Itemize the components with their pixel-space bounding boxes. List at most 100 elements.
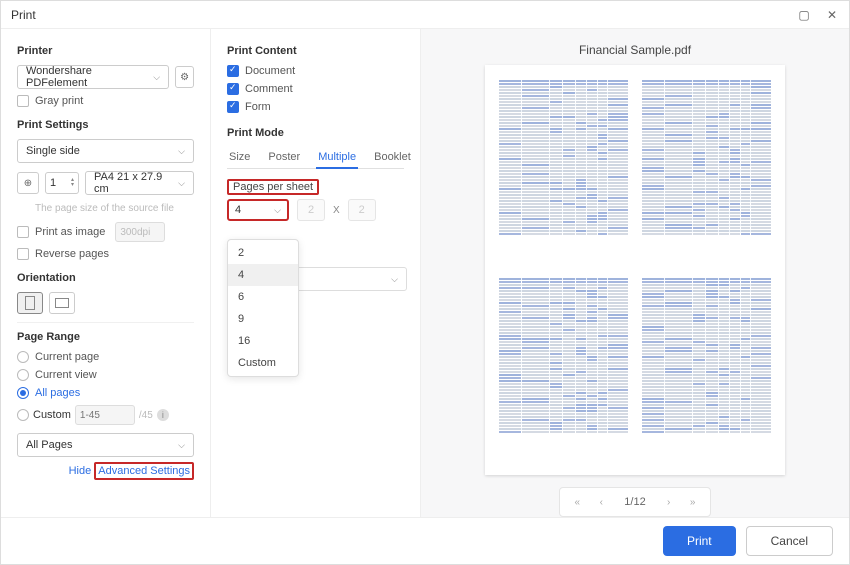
maximize-icon[interactable]: ▢ <box>797 8 811 22</box>
pps-option-4[interactable]: 4 <box>228 264 298 286</box>
hide-advanced-link[interactable]: Hide <box>69 465 92 477</box>
last-page-button[interactable]: » <box>682 492 704 512</box>
tab-poster[interactable]: Poster <box>266 147 302 168</box>
comment-checkbox[interactable]: Comment <box>227 83 404 95</box>
reverse-pages-label: Reverse pages <box>35 248 109 260</box>
preview-page <box>642 79 771 263</box>
copies-value: 1 <box>50 177 56 189</box>
radio-icon <box>17 369 29 381</box>
chevron-down-icon: ⌵ <box>153 72 160 83</box>
tab-multiple[interactable]: Multiple <box>316 147 358 169</box>
copies-icon: ⊕ <box>17 172 39 194</box>
custom-total: /45 <box>139 410 153 421</box>
print-mode-heading: Print Mode <box>227 127 404 139</box>
left-panel: Printer Wondershare PDFelement ⌵ ⚙ Gray … <box>1 29 211 517</box>
titlebar: Print ▢ ✕ <box>1 1 849 29</box>
pps-rows-input: 2 <box>348 199 376 221</box>
all-pages-radio[interactable]: All pages <box>17 387 194 399</box>
preview-filename: Financial Sample.pdf <box>579 43 691 57</box>
window-title: Print <box>11 8 36 22</box>
checkbox-icon <box>227 65 239 77</box>
gear-icon: ⚙ <box>180 72 189 83</box>
advanced-settings-link[interactable]: Advanced Settings <box>94 462 194 480</box>
page-subset-select[interactable]: All Pages ⌵ <box>17 433 194 457</box>
prev-page-button[interactable]: ‹ <box>590 492 612 512</box>
window-controls: ▢ ✕ <box>797 8 839 22</box>
preview-page <box>642 277 771 461</box>
form-checkbox[interactable]: Form <box>227 101 404 113</box>
custom-label: Custom <box>33 409 71 421</box>
pps-option-2[interactable]: 2 <box>228 242 298 264</box>
preview-page <box>499 277 628 461</box>
pps-option-9[interactable]: 9 <box>228 308 298 330</box>
checkbox-icon <box>227 83 239 95</box>
document-label: Document <box>245 65 295 77</box>
pages-per-sheet-value: 4 <box>235 204 241 216</box>
checkbox-icon <box>17 226 29 238</box>
advanced-settings-row: Hide Advanced Settings <box>17 465 194 477</box>
pages-per-sheet-dropdown: 2 4 6 9 16 Custom <box>227 239 299 377</box>
orientation-portrait-button[interactable] <box>17 292 43 314</box>
stepper-arrows-icon: ▴▾ <box>71 178 74 188</box>
tab-size[interactable]: Size <box>227 147 252 168</box>
current-page-radio[interactable]: Current page <box>17 351 194 363</box>
x-separator: X <box>333 205 340 216</box>
pages-per-sheet-label: Pages per sheet <box>227 179 319 195</box>
chevron-down-icon: ⌵ <box>178 146 185 157</box>
paper-size-select[interactable]: PA4 21 x 27.9 cm ⌵ <box>85 171 194 195</box>
cancel-button[interactable]: Cancel <box>746 526 833 556</box>
pps-cols-input: 2 <box>297 199 325 221</box>
page-range-heading: Page Range <box>17 331 194 343</box>
current-view-label: Current view <box>35 369 97 381</box>
printer-heading: Printer <box>17 45 194 57</box>
middle-panel: Print Content Document Comment Form Prin… <box>211 29 421 517</box>
print-dialog: Print ▢ ✕ Printer Wondershare PDFelement… <box>0 0 850 565</box>
orientation-heading: Orientation <box>17 272 194 284</box>
printer-settings-button[interactable]: ⚙ <box>175 66 194 88</box>
next-page-button[interactable]: › <box>658 492 680 512</box>
info-icon[interactable]: i <box>157 409 169 421</box>
pps-option-6[interactable]: 6 <box>228 286 298 308</box>
copies-stepper[interactable]: 1 ▴▾ <box>45 172 79 194</box>
first-page-button[interactable]: « <box>566 492 588 512</box>
checkbox-icon <box>17 248 29 260</box>
chevron-down-icon: ⌵ <box>391 274 398 285</box>
paper-size-value: PA4 21 x 27.9 cm <box>94 171 178 195</box>
print-mode-tabs: Size Poster Multiple Booklet <box>227 147 404 169</box>
gray-print-label: Gray print <box>35 95 83 107</box>
close-icon[interactable]: ✕ <box>825 8 839 22</box>
page-total: /12 <box>630 496 645 508</box>
all-pages-label: All pages <box>35 387 80 399</box>
tab-booklet[interactable]: Booklet <box>372 147 413 168</box>
printer-select-value: Wondershare PDFelement <box>26 65 153 89</box>
gray-print-checkbox[interactable]: Gray print <box>17 95 194 107</box>
page-subset-value: All Pages <box>26 439 72 451</box>
print-settings-heading: Print Settings <box>17 119 194 131</box>
pps-option-16[interactable]: 16 <box>228 330 298 352</box>
radio-icon <box>17 387 29 399</box>
pages-per-sheet-select[interactable]: 4 ⌵ <box>227 199 289 221</box>
printer-select[interactable]: Wondershare PDFelement ⌵ <box>17 65 169 89</box>
sides-select[interactable]: Single side ⌵ <box>17 139 194 163</box>
print-as-image-label: Print as image <box>35 226 105 238</box>
source-file-note: The page size of the source file <box>35 203 194 214</box>
reverse-pages-checkbox[interactable]: Reverse pages <box>17 248 194 260</box>
sides-select-value: Single side <box>26 145 80 157</box>
landscape-icon <box>55 298 69 308</box>
preview-pagination: « ‹ 1/12 › » <box>559 487 710 517</box>
print-button[interactable]: Print <box>663 526 736 556</box>
orientation-landscape-button[interactable] <box>49 292 75 314</box>
custom-range-radio[interactable]: Custom /45 i <box>17 405 194 425</box>
preview-panel: Financial Sample.pdf « ‹ 1/12 › » <box>421 29 849 517</box>
chevron-down-icon: ⌵ <box>178 178 185 189</box>
pps-option-custom[interactable]: Custom <box>228 352 298 374</box>
custom-range-input[interactable] <box>75 405 135 425</box>
document-checkbox[interactable]: Document <box>227 65 404 77</box>
checkbox-icon <box>17 95 29 107</box>
comment-label: Comment <box>245 83 293 95</box>
current-page-label: Current page <box>35 351 99 363</box>
current-view-radio[interactable]: Current view <box>17 369 194 381</box>
print-as-image-checkbox[interactable]: Print as image 300dpi <box>17 222 194 242</box>
dpi-input: 300dpi <box>115 222 165 242</box>
dialog-footer: Print Cancel <box>1 517 849 564</box>
